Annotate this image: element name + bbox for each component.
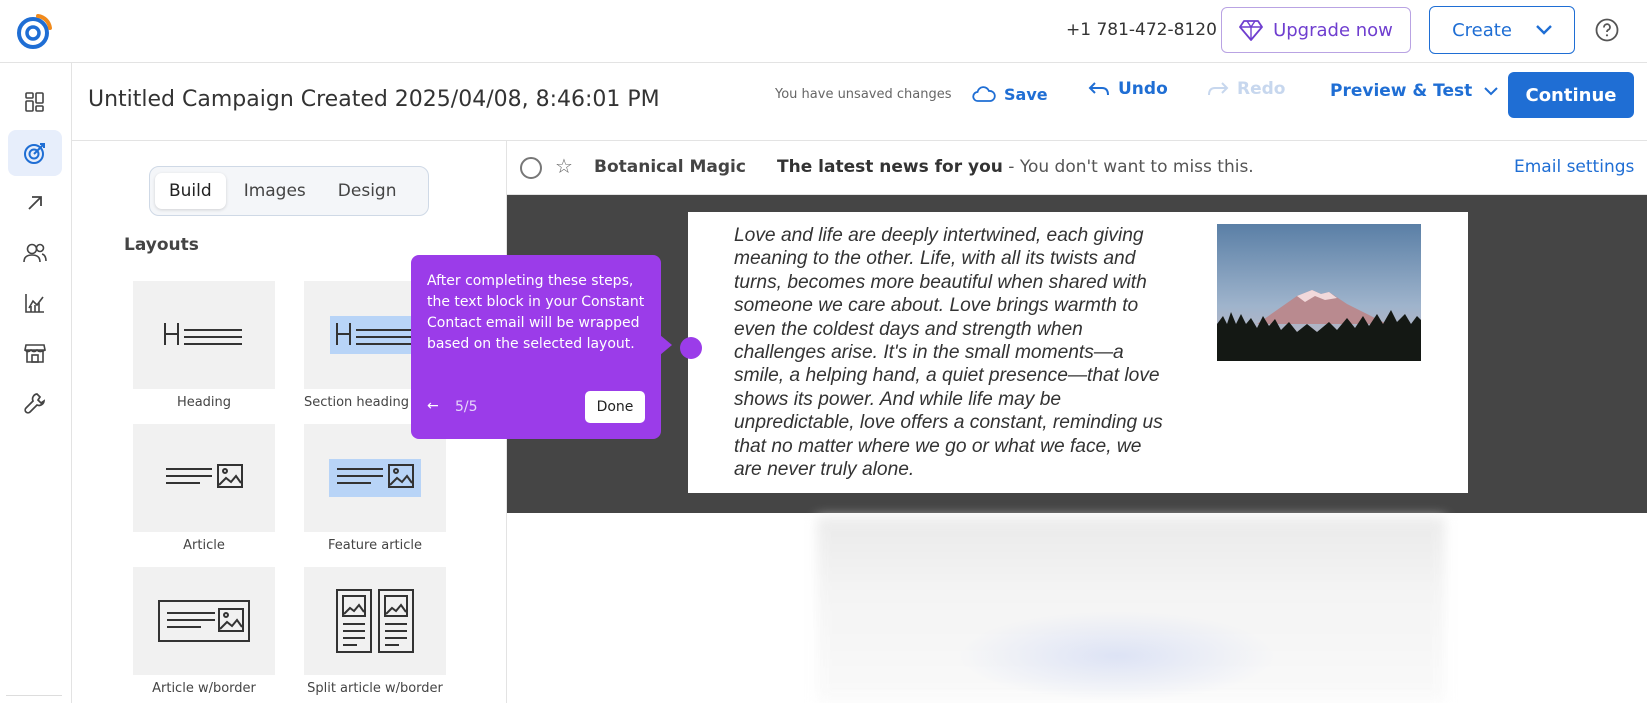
body-text[interactable]: Love and life are deeply intertwined, ea… [734,224,1174,481]
section-heading-layout-icon [330,316,420,354]
continue-button[interactable]: Continue [1508,72,1634,118]
upgrade-button[interactable]: Upgrade now [1221,7,1411,53]
nav-contacts[interactable] [8,230,62,276]
star-icon[interactable]: ☆ [555,154,573,178]
tab-design[interactable]: Design [324,173,411,209]
chevron-down-icon [1536,25,1552,35]
undo-button[interactable]: Undo [1088,79,1168,99]
redo-label: Redo [1237,79,1286,99]
create-button[interactable]: Create [1429,6,1575,54]
nav-reporting[interactable] [8,280,62,326]
diamond-icon [1239,20,1263,41]
split-article-layout-icon [336,589,414,653]
panel-tabs: Build Images Design [149,166,429,216]
layout-article-label: Article [183,538,225,553]
layout-article-border-label: Article w/border [152,681,256,696]
preview-label: Preview & Test [1330,81,1473,101]
back-arrow-icon[interactable]: ← [427,398,439,414]
nav-store[interactable] [8,330,62,376]
nav-tools[interactable] [8,380,62,426]
nav-dashboard[interactable] [8,79,62,125]
email-subject: The latest news for you - You don't want… [777,157,1254,177]
redo-button[interactable]: Redo [1207,79,1285,99]
tab-images[interactable]: Images [230,173,320,209]
constant-contact-logo[interactable] [16,12,54,50]
email-canvas: ☆ Botanical Magic The latest news for yo… [507,141,1647,703]
dashboard-icon [25,92,44,112]
subject-bold: The latest news for you [777,157,1003,177]
help-icon[interactable] [1595,18,1619,42]
reporting-icon [25,294,44,313]
select-circle-icon[interactable] [520,157,542,179]
onboarding-tooltip: After completing these steps, the text b… [411,255,672,439]
top-bar: +1 781-472-8120 Upgrade now Create [0,0,1647,63]
layout-split-article-label: Split article w/border [307,681,443,696]
tooltip-text: After completing these steps, the text b… [427,273,645,352]
sender-name: Botanical Magic [594,157,746,177]
heading-layout-icon [164,323,242,345]
done-button[interactable]: Done [585,391,645,423]
blurred-content-shape [957,611,1277,701]
text-block[interactable]: Love and life are deeply intertwined, ea… [688,212,1468,493]
article-layout-icon [166,464,243,488]
contacts-icon [23,243,47,263]
cloud-icon [972,86,996,102]
nav-outreach[interactable] [8,180,62,226]
subject-preheader: - You don't want to miss this. [1002,157,1254,177]
layout-heading-label: Heading [176,395,232,410]
nav-campaigns[interactable] [8,130,62,176]
layout-heading-tile[interactable] [133,281,275,389]
store-icon [24,344,46,363]
campaign-header: Untitled Campaign Created 2025/04/08, 8:… [72,63,1647,141]
preview-test-button[interactable]: Preview & Test [1330,81,1499,101]
campaigns-icon [24,143,45,164]
undo-label: Undo [1118,79,1168,99]
layout-split-article-tile[interactable] [304,567,446,675]
tooltip-pointer [660,335,672,355]
layouts-heading: Layouts [124,235,199,255]
unsaved-status: You have unsaved changes [775,87,952,102]
campaign-title[interactable]: Untitled Campaign Created 2025/04/08, 8:… [88,87,660,112]
phone-number: +1 781-472-8120 [1066,20,1217,40]
layout-feature-article-label: Feature article [327,538,423,553]
layout-feature-article-tile[interactable] [304,424,446,532]
create-label: Create [1452,19,1512,41]
redo-icon [1208,82,1229,96]
tooltip-step-counter: 5/5 [455,399,478,415]
tab-build[interactable]: Build [155,173,226,209]
mountain-image[interactable] [1217,224,1421,361]
feature-article-layout-icon [329,459,421,497]
chevron-down-icon [1484,86,1499,95]
article-border-layout-icon [158,600,250,642]
left-navigation [0,63,72,703]
tooltip-beacon [680,337,702,359]
save-button[interactable]: Save [972,80,1048,108]
email-preview-header: ☆ Botanical Magic The latest news for yo… [507,141,1647,195]
layout-article-tile[interactable] [133,424,275,532]
email-settings-link[interactable]: Email settings [1514,157,1634,177]
nav-divider [6,695,62,696]
arrow-up-right-icon [28,196,42,210]
undo-icon [1088,82,1109,96]
wrench-icon [24,393,46,414]
save-label: Save [1004,84,1048,104]
layout-article-border-tile[interactable] [133,567,275,675]
upgrade-label: Upgrade now [1273,19,1393,41]
